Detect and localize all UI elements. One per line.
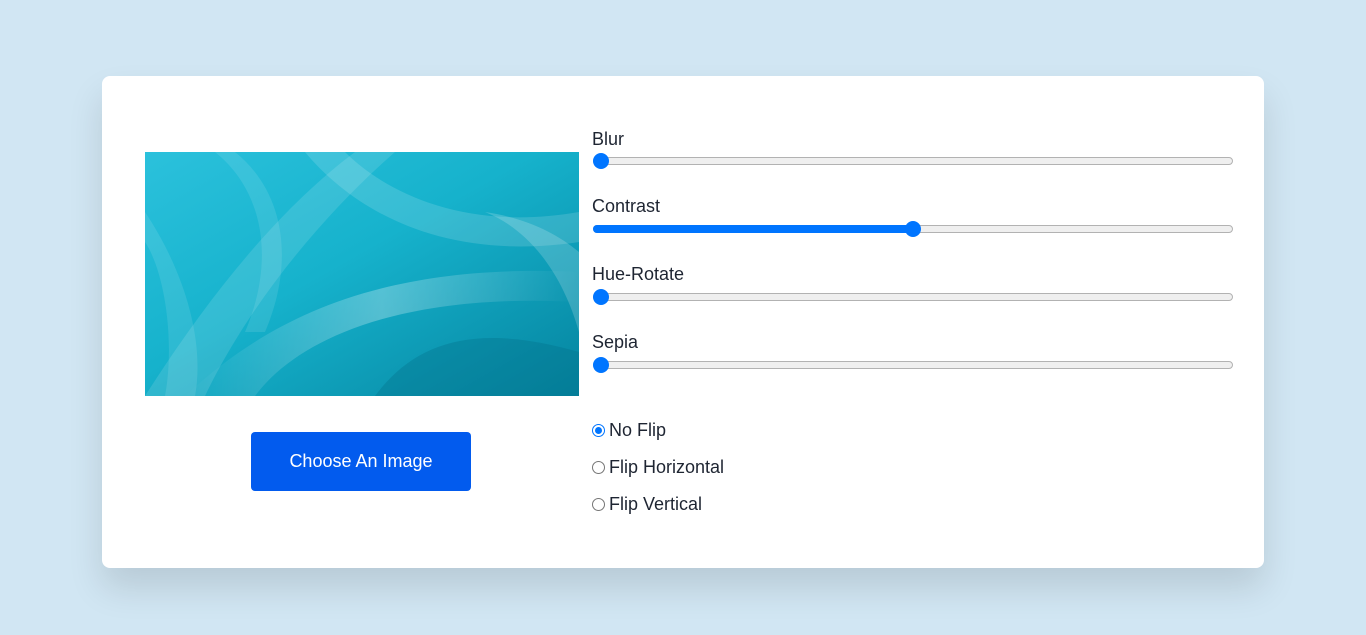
slider-thumb[interactable] <box>593 153 609 169</box>
radio-label: Flip Horizontal <box>609 456 725 477</box>
radio-button[interactable] <box>592 497 605 511</box>
hue-rotate-control: Hue-Rotate <box>591 262 1235 312</box>
flip-option-none[interactable]: No Flip <box>592 418 666 442</box>
radio-label: Flip Vertical <box>609 493 703 514</box>
sepia-control: Sepia <box>591 330 1235 380</box>
slider-thumb[interactable] <box>593 357 609 373</box>
editor-card: Choose An Image Blur Contrast Hue-Rotate <box>102 76 1264 568</box>
sepia-label: Sepia <box>592 332 639 352</box>
slider-track <box>593 361 1233 369</box>
slider-thumb[interactable] <box>593 289 609 305</box>
sepia-slider[interactable] <box>593 357 1233 373</box>
hue-rotate-slider[interactable] <box>593 289 1233 305</box>
choose-image-button[interactable]: Choose An Image <box>251 432 471 491</box>
blur-slider[interactable] <box>593 153 1233 169</box>
slider-track <box>593 293 1233 301</box>
slider-thumb[interactable] <box>905 221 921 237</box>
blur-label: Blur <box>592 129 625 149</box>
slider-track <box>593 157 1233 165</box>
contrast-slider[interactable] <box>593 221 1233 237</box>
contrast-label: Contrast <box>592 196 661 216</box>
flip-option-horizontal[interactable]: Flip Horizontal <box>592 455 724 479</box>
radio-button[interactable] <box>592 423 605 437</box>
blur-control: Blur <box>591 127 1235 177</box>
image-preview <box>145 152 579 396</box>
contrast-control: Contrast <box>591 194 1235 244</box>
radio-label: No Flip <box>609 419 667 440</box>
flip-option-vertical[interactable]: Flip Vertical <box>592 492 702 516</box>
slider-fill <box>593 225 913 233</box>
radio-button[interactable] <box>592 460 605 474</box>
hue-rotate-label: Hue-Rotate <box>592 264 685 284</box>
